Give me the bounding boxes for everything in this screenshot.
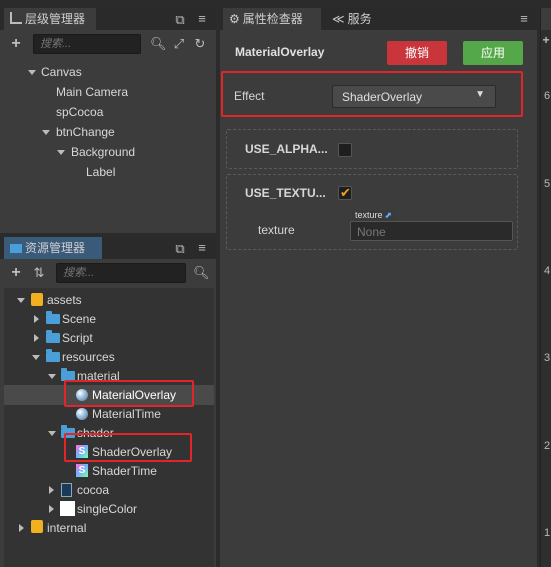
background-expand-arrow[interactable] bbox=[57, 150, 65, 155]
use-alpha-checkbox[interactable] bbox=[338, 143, 352, 157]
tree-node-background[interactable]: Background bbox=[71, 144, 135, 160]
folder-icon bbox=[46, 311, 60, 324]
tab-hierarchy[interactable]: 层级管理器 bbox=[4, 8, 96, 30]
ruler-tick: 5 bbox=[544, 178, 551, 190]
use-texture-checkbox[interactable]: ✔ bbox=[338, 186, 352, 200]
highlight-box-shader-overlay bbox=[64, 433, 192, 462]
chevron-down-icon: ▼ bbox=[475, 89, 485, 100]
assets-tab-icon bbox=[10, 244, 22, 253]
add-asset-icon[interactable]: + bbox=[9, 265, 23, 281]
hierarchy-tab-icon bbox=[10, 12, 22, 24]
btnchange-expand-arrow[interactable] bbox=[42, 130, 50, 135]
checkmark-icon: ✔ bbox=[340, 185, 351, 200]
inspector-title: MaterialOverlay bbox=[235, 45, 325, 59]
add-node-icon[interactable]: + bbox=[9, 36, 23, 52]
shader-expand-arrow[interactable] bbox=[48, 431, 56, 436]
refresh-icon[interactable]: ↻ bbox=[193, 37, 207, 51]
search-icon[interactable]: 🔍︎ bbox=[150, 37, 167, 51]
sort-icon[interactable]: ⇅ bbox=[32, 266, 46, 280]
texture-field-value: None bbox=[357, 225, 386, 239]
tab-service[interactable]: ≪ 服务 bbox=[326, 8, 386, 30]
asset-item-script[interactable]: Script bbox=[62, 330, 93, 346]
texture-asset-field[interactable]: None bbox=[350, 221, 513, 241]
cocoa-expand-arrow[interactable] bbox=[49, 486, 54, 494]
asset-item-internal[interactable]: internal bbox=[47, 520, 86, 536]
texture-tag-label: texture bbox=[355, 210, 383, 220]
asset-item-material-time[interactable]: MaterialTime bbox=[92, 406, 161, 422]
hierarchy-search-input[interactable]: 搜索... bbox=[33, 34, 141, 54]
use-texture-label: USE_TEXTU... bbox=[245, 186, 326, 200]
ruler-tick: 2 bbox=[544, 440, 551, 452]
scene-add-icon[interactable]: + bbox=[541, 33, 551, 47]
internal-expand-arrow[interactable] bbox=[19, 524, 24, 532]
assets-search-input[interactable]: 搜索... bbox=[56, 263, 186, 283]
singlecolor-expand-arrow[interactable] bbox=[49, 505, 54, 513]
assets-tab-label: 资源管理器 bbox=[25, 241, 86, 255]
menu-icon[interactable]: ≡ bbox=[196, 12, 208, 26]
hierarchy-tab-label: 层级管理器 bbox=[25, 12, 86, 26]
assets-search-icon[interactable]: 🔍︎ bbox=[193, 266, 210, 280]
asset-item-assets[interactable]: assets bbox=[47, 292, 82, 308]
assets-maximize-icon[interactable]: ⧉ bbox=[174, 242, 186, 256]
script-expand-arrow[interactable] bbox=[34, 334, 39, 342]
assets-expand-arrow[interactable] bbox=[17, 298, 25, 303]
tab-assets[interactable]: 资源管理器 bbox=[4, 237, 102, 259]
effect-select-value: ShaderOverlay bbox=[342, 90, 423, 104]
resources-expand-arrow[interactable] bbox=[32, 355, 40, 360]
tree-node-canvas[interactable]: Canvas bbox=[41, 64, 82, 80]
inspector-tab-label: 属性检查器 bbox=[242, 12, 303, 26]
material-icon bbox=[76, 408, 88, 420]
white-image-icon bbox=[60, 501, 75, 516]
inspector-menu-icon[interactable]: ≡ bbox=[518, 12, 530, 26]
effect-select[interactable]: ShaderOverlay ▼ bbox=[332, 85, 496, 108]
use-alpha-label: USE_ALPHA... bbox=[245, 142, 328, 156]
assets-root-icon bbox=[31, 293, 43, 306]
tree-node-btnchange[interactable]: btnChange bbox=[56, 124, 115, 140]
tree-node-spcocoa[interactable]: spCocoa bbox=[56, 104, 103, 120]
expand-icon[interactable]: ⤢ bbox=[172, 37, 186, 51]
canvas-expand-arrow[interactable] bbox=[28, 70, 36, 75]
image-icon bbox=[61, 483, 72, 497]
asset-item-shader-time[interactable]: ShaderTime bbox=[92, 463, 157, 479]
tree-node-main-camera[interactable]: Main Camera bbox=[56, 84, 128, 100]
highlight-box-material-overlay bbox=[64, 380, 194, 407]
maximize-icon[interactable]: ⧉ bbox=[174, 13, 186, 27]
asset-item-resources[interactable]: resources bbox=[62, 349, 115, 365]
revert-button[interactable]: 撤销 bbox=[387, 41, 447, 65]
service-icon: ≪ bbox=[332, 12, 345, 26]
asset-item-scene[interactable]: Scene bbox=[62, 311, 96, 327]
scene-ruler-tab bbox=[541, 8, 551, 30]
material-expand-arrow[interactable] bbox=[48, 374, 56, 379]
gear-icon: ⚙ bbox=[229, 12, 240, 26]
effect-label: Effect bbox=[234, 89, 265, 103]
assets-menu-icon[interactable]: ≡ bbox=[196, 241, 208, 255]
ruler-tick: 3 bbox=[544, 352, 551, 364]
texture-label: texture bbox=[258, 223, 295, 237]
folder-icon bbox=[46, 330, 60, 343]
external-link-icon[interactable]: ⬈ bbox=[385, 210, 393, 220]
apply-button[interactable]: 应用 bbox=[463, 41, 523, 65]
shader-icon: S bbox=[76, 464, 88, 477]
internal-root-icon bbox=[31, 520, 43, 533]
scene-expand-arrow[interactable] bbox=[34, 315, 39, 323]
asset-item-cocoa[interactable]: cocoa bbox=[77, 482, 109, 498]
tree-node-label[interactable]: Label bbox=[86, 164, 115, 180]
ruler-tick: 6 bbox=[544, 90, 551, 102]
asset-item-single-color[interactable]: singleColor bbox=[77, 501, 137, 517]
ruler-tick: 1 bbox=[544, 527, 551, 539]
tab-inspector[interactable]: ⚙ 属性检查器 bbox=[223, 8, 321, 30]
ruler-tick: 4 bbox=[544, 265, 551, 277]
service-tab-label: 服务 bbox=[347, 12, 372, 26]
folder-icon bbox=[46, 349, 60, 362]
